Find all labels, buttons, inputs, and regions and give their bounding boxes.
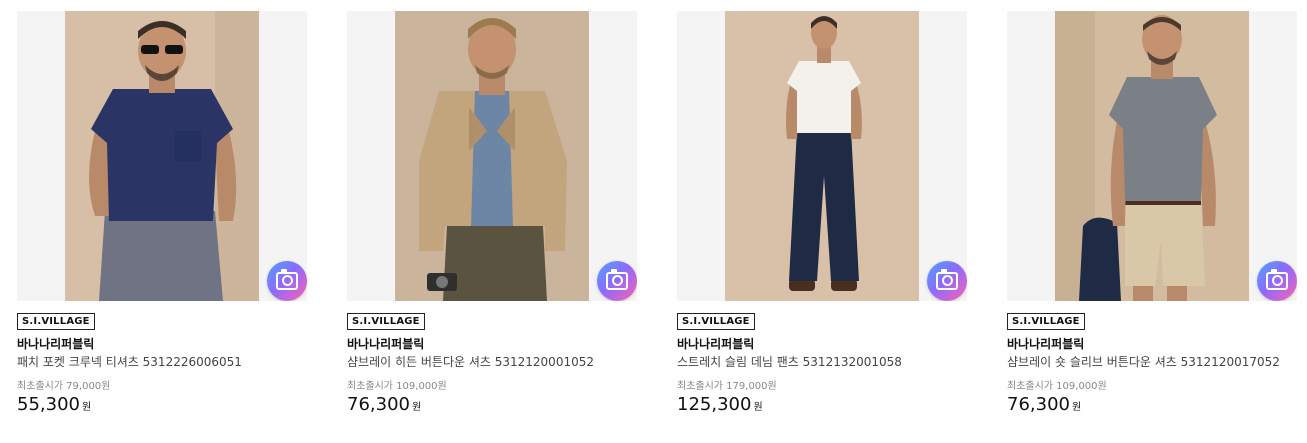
product-thumbnail[interactable]	[1007, 11, 1297, 301]
sale-price: 125,300	[677, 394, 752, 415]
image-search-button[interactable]	[927, 261, 967, 301]
product-thumbnail[interactable]	[347, 11, 637, 301]
product-name[interactable]: 스트레치 슬림 데님 팬츠 5312132001058	[677, 354, 967, 370]
product-photo[interactable]	[65, 11, 259, 301]
store-badge: S.I.VILLAGE	[677, 313, 755, 330]
currency-unit: 원	[753, 402, 763, 413]
product-photo[interactable]	[725, 11, 919, 301]
product-photo[interactable]	[395, 11, 589, 301]
currency-unit: 원	[81, 402, 92, 413]
camera-lens-icon	[606, 269, 628, 290]
image-search-button[interactable]	[1257, 261, 1297, 301]
product-name[interactable]: 샴브레이 숏 슬리브 버튼다운 셔츠 5312120017052	[1007, 354, 1297, 370]
price-row: 55,300 원	[17, 394, 307, 416]
store-badge: S.I.VILLAGE	[17, 313, 95, 330]
camera-lens-icon	[1266, 269, 1288, 290]
camera-lens-icon	[936, 269, 958, 290]
product-photo[interactable]	[1055, 11, 1249, 301]
brand-name[interactable]: 바나나리퍼블릭	[17, 336, 307, 352]
sale-price: 55,300	[17, 394, 80, 415]
sale-price: 76,300	[1007, 394, 1070, 415]
product-name[interactable]: 샴브레이 히든 버튼다운 셔츠 5312120001052	[347, 354, 637, 370]
price-row: 125,300 원	[677, 394, 967, 416]
original-price: 최초출시가 109,000원	[347, 381, 447, 392]
brand-name[interactable]: 바나나리퍼블릭	[347, 336, 637, 352]
product-thumbnail[interactable]	[17, 11, 307, 301]
product-card[interactable]: S.I.VILLAGE 바나나리퍼블릭 샴브레이 숏 슬리브 버튼다운 셔츠 5…	[1007, 11, 1297, 416]
original-price: 최초출시가 79,000원	[17, 381, 111, 392]
product-thumbnail[interactable]	[677, 11, 967, 301]
product-grid: S.I.VILLAGE 바나나리퍼블릭 패치 포켓 크루넥 티셔츠 531222…	[0, 0, 1307, 443]
store-badge: S.I.VILLAGE	[1007, 313, 1085, 330]
original-price: 최초출시가 109,000원	[1007, 381, 1107, 392]
price-row: 76,300 원	[1007, 394, 1297, 416]
original-price: 최초출시가 179,000원	[677, 381, 777, 392]
currency-unit: 원	[1071, 402, 1082, 413]
product-card[interactable]: S.I.VILLAGE 바나나리퍼블릭 스트레치 슬림 데님 팬츠 531213…	[677, 11, 967, 416]
price-row: 76,300 원	[347, 394, 637, 416]
store-badge: S.I.VILLAGE	[347, 313, 425, 330]
product-card[interactable]: S.I.VILLAGE 바나나리퍼블릭 샴브레이 히든 버튼다운 셔츠 5312…	[347, 11, 637, 416]
image-search-button[interactable]	[267, 261, 307, 301]
brand-name[interactable]: 바나나리퍼블릭	[1007, 336, 1297, 352]
currency-unit: 원	[411, 402, 422, 413]
sale-price: 76,300	[347, 394, 410, 415]
product-name[interactable]: 패치 포켓 크루넥 티셔츠 5312226006051	[17, 354, 307, 370]
product-card[interactable]: S.I.VILLAGE 바나나리퍼블릭 패치 포켓 크루넥 티셔츠 531222…	[17, 11, 307, 416]
brand-name[interactable]: 바나나리퍼블릭	[677, 336, 967, 352]
camera-lens-icon	[276, 269, 298, 290]
image-search-button[interactable]	[597, 261, 637, 301]
